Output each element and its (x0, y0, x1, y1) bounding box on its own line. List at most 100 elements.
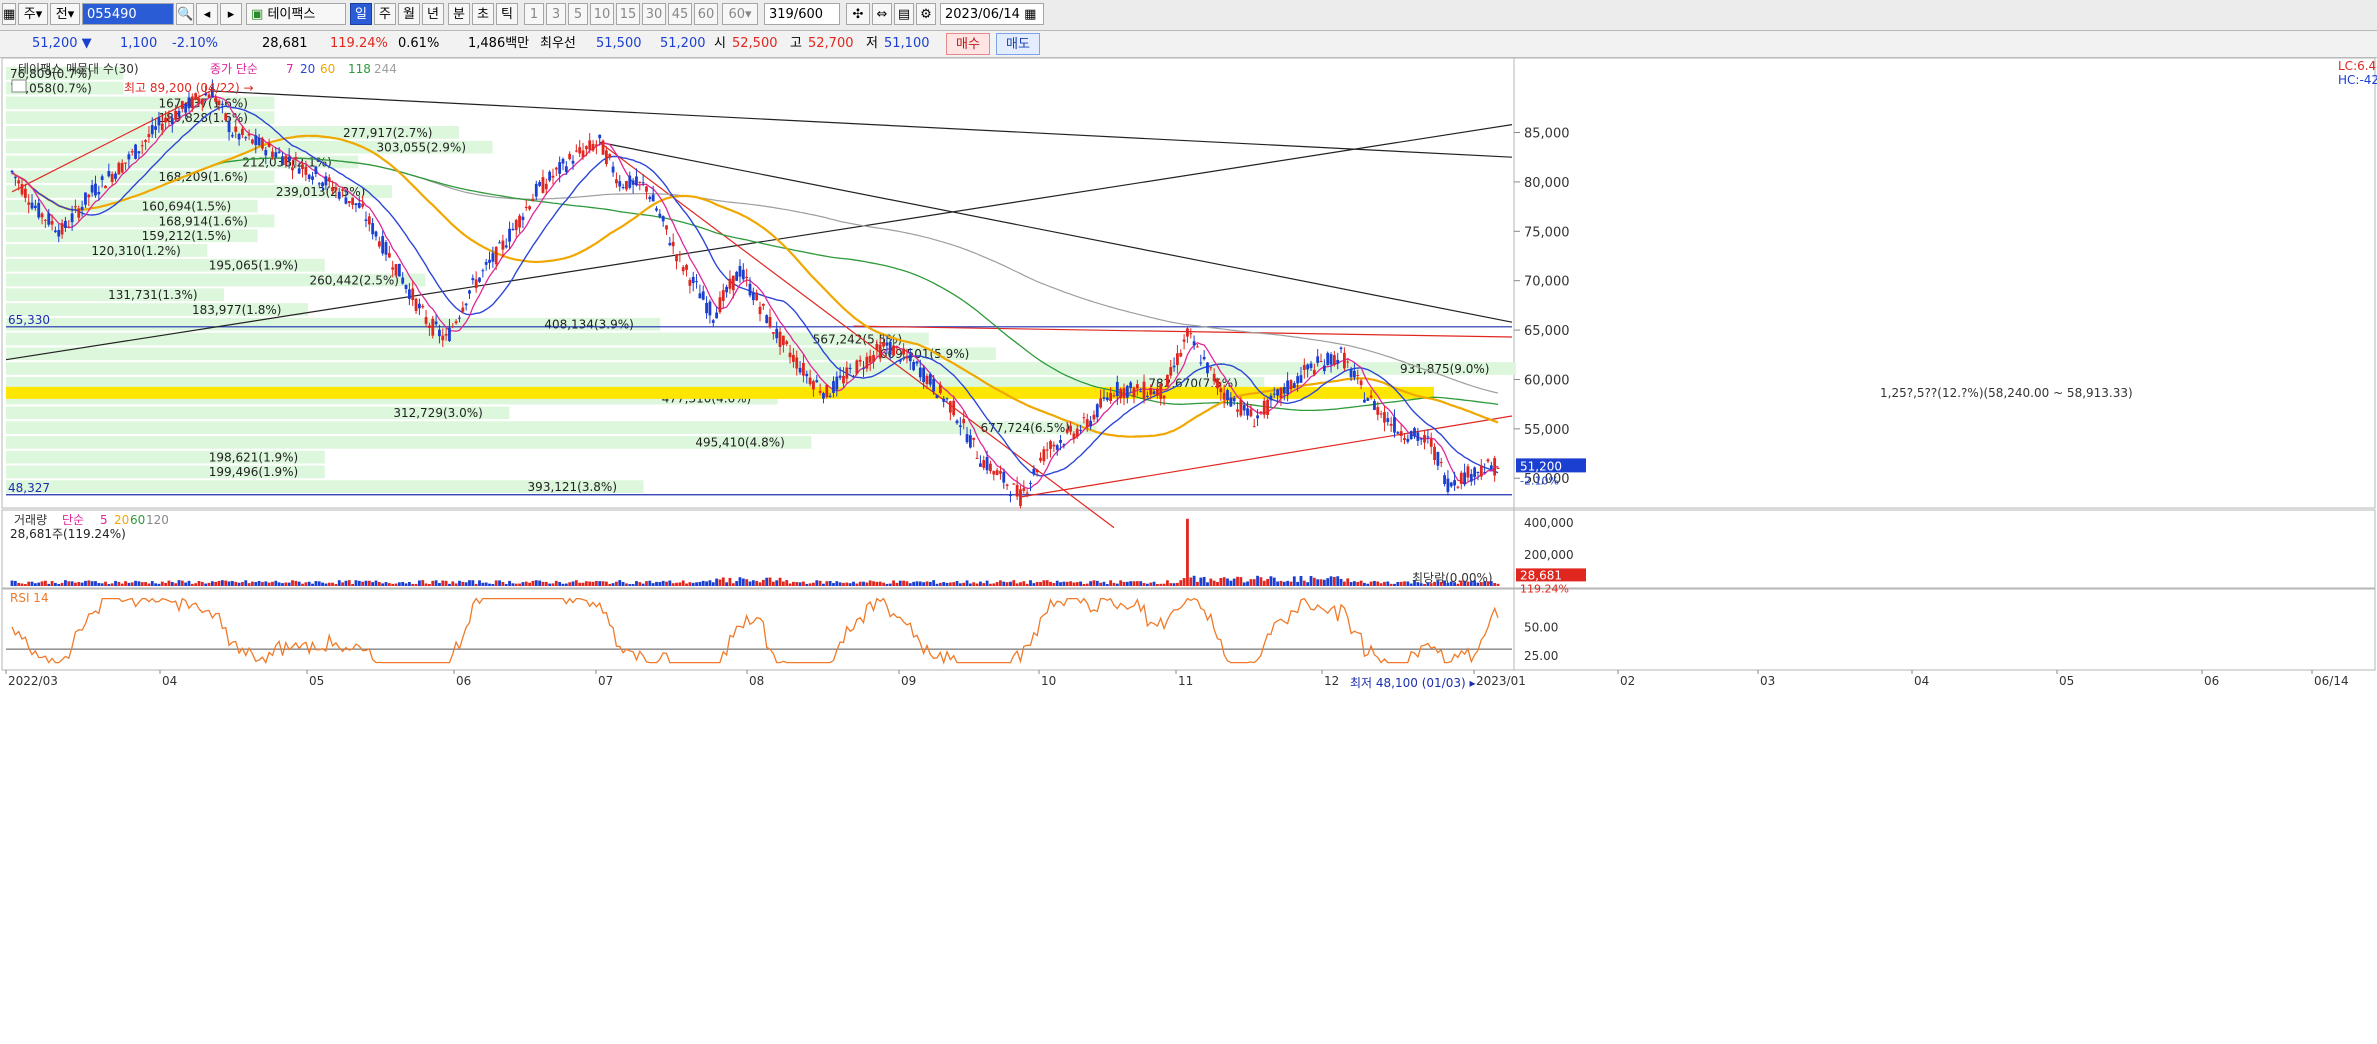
period-day-button[interactable]: 일 (350, 3, 372, 25)
volume-bar (291, 580, 294, 586)
volume-bar (1095, 580, 1099, 586)
candle-body (30, 202, 34, 209)
volume-bar (601, 581, 605, 586)
candle-body (441, 335, 445, 341)
volume-bar (1015, 583, 1019, 586)
candle-body (1376, 407, 1380, 415)
candle-body (938, 384, 942, 393)
pan-icon[interactable]: ⇔ (872, 3, 892, 25)
volume-bar (822, 583, 825, 586)
candle-body (448, 327, 451, 342)
volume-y-tick: 400,000 (1524, 516, 1574, 530)
volume-bar (631, 584, 635, 586)
period-tick-button[interactable]: 틱 (496, 3, 518, 25)
volume-bar (1262, 580, 1266, 586)
candle-body (1052, 444, 1056, 447)
volume-bar (908, 583, 912, 586)
interval-30-button[interactable]: 30 (642, 3, 666, 25)
next-stock-icon[interactable]: ▸ (220, 3, 242, 25)
candle-body (1312, 369, 1316, 375)
candle-body (832, 381, 835, 393)
candle-body (401, 277, 405, 284)
volume-bar (1489, 581, 1493, 586)
candle-body (605, 150, 608, 165)
volume-bar (608, 583, 612, 586)
buy-button[interactable]: 매수 (946, 33, 990, 55)
volume-bar (1062, 581, 1066, 586)
volume-bar (1082, 583, 1086, 586)
stock-type-dropdown[interactable]: 주▾ (18, 3, 48, 25)
candle-body (1436, 451, 1440, 466)
candle-body (1489, 465, 1493, 469)
interval-60-button[interactable]: 60 (694, 3, 718, 25)
volume-bar (334, 583, 338, 586)
candle-body (922, 367, 926, 383)
stock-code-input[interactable]: 055490 (82, 3, 174, 25)
stock-name-box[interactable]: ▣ 테이팩스 (246, 3, 346, 25)
interval-1-button[interactable]: 1 (524, 3, 544, 25)
interval-custom-dropdown[interactable]: 60▾ (722, 3, 758, 25)
volume-bar (895, 582, 899, 586)
candle-body (294, 157, 298, 159)
candle-body (224, 113, 228, 121)
volume-bar (1259, 577, 1263, 586)
volume-bar (842, 582, 845, 586)
trade-amount: 1,486백만 (468, 36, 530, 51)
period-week-button[interactable]: 주 (374, 3, 396, 25)
candle-body (1092, 414, 1096, 420)
volume-bar (588, 581, 592, 586)
prev-stock-icon[interactable]: ◂ (196, 3, 218, 25)
x-tick-label: 04 (1914, 674, 1929, 688)
volume-bar (658, 582, 662, 586)
search-icon[interactable]: 🔍 (176, 3, 194, 25)
volume-bar (247, 583, 251, 586)
sell-button[interactable]: 매도 (996, 33, 1040, 55)
volume-bar (1389, 583, 1393, 586)
period-month-button[interactable]: 월 (398, 3, 420, 25)
interval-3-button[interactable]: 3 (546, 3, 566, 25)
period-year-button[interactable]: 년 (422, 3, 444, 25)
volume-bar (301, 583, 304, 586)
market-dropdown[interactable]: 전▾ (50, 3, 80, 25)
volume-bar (558, 582, 562, 586)
stock-chart[interactable]: 85,000 80,000 75,000 70,000 65,000 60,000 55,0… (0, 58, 2377, 1044)
volume-bar (1459, 580, 1463, 586)
volume-bar (384, 582, 388, 586)
date-input[interactable]: 2023/06/14 ▦ (940, 3, 1044, 25)
save-icon[interactable]: ▤ (894, 3, 914, 25)
crosshair-icon[interactable]: ✣ (846, 3, 870, 25)
candle-body (568, 153, 572, 160)
interval-45-button[interactable]: 45 (668, 3, 692, 25)
candle-body (404, 285, 408, 290)
volume-profile-label: 168,914(1.6%) (158, 214, 247, 228)
volume-bar (1272, 577, 1276, 586)
volume-bar (1052, 583, 1056, 586)
period-minute-button[interactable]: 분 (448, 3, 470, 25)
panel-menu-icon[interactable] (11, 79, 27, 93)
candle-body (518, 215, 521, 228)
interval-15-button[interactable]: 15 (616, 3, 640, 25)
interval-10-button[interactable]: 10 (590, 3, 614, 25)
volume-bar (1449, 581, 1453, 586)
volume-bar (1429, 583, 1433, 586)
period-tick-label: 틱 (501, 7, 513, 22)
volume-bar (478, 580, 481, 586)
data-count-input[interactable]: 319/600 (764, 3, 840, 25)
volume-bar (928, 581, 932, 586)
chart-title: 테이팩스 매물대 수(30) (18, 62, 139, 76)
candle-body (1229, 397, 1233, 407)
chart-menu-icon[interactable]: ▦ (2, 3, 16, 25)
candle-body (1459, 472, 1463, 484)
ma-period-label-7: 7 (286, 62, 294, 76)
volume-bar (137, 581, 141, 586)
volume-bar (1122, 581, 1126, 586)
volume-bar (1172, 583, 1176, 586)
interval-5-button[interactable]: 5 (568, 3, 588, 25)
candle-body (478, 277, 481, 282)
candle-body (1379, 413, 1383, 415)
volume-bar (1383, 581, 1386, 586)
settings-icon[interactable]: ⚙ (916, 3, 936, 25)
current-price: 51,200 ▼ (32, 36, 92, 51)
x-tick-label: 2022/03 (8, 674, 58, 688)
period-second-button[interactable]: 초 (472, 3, 494, 25)
